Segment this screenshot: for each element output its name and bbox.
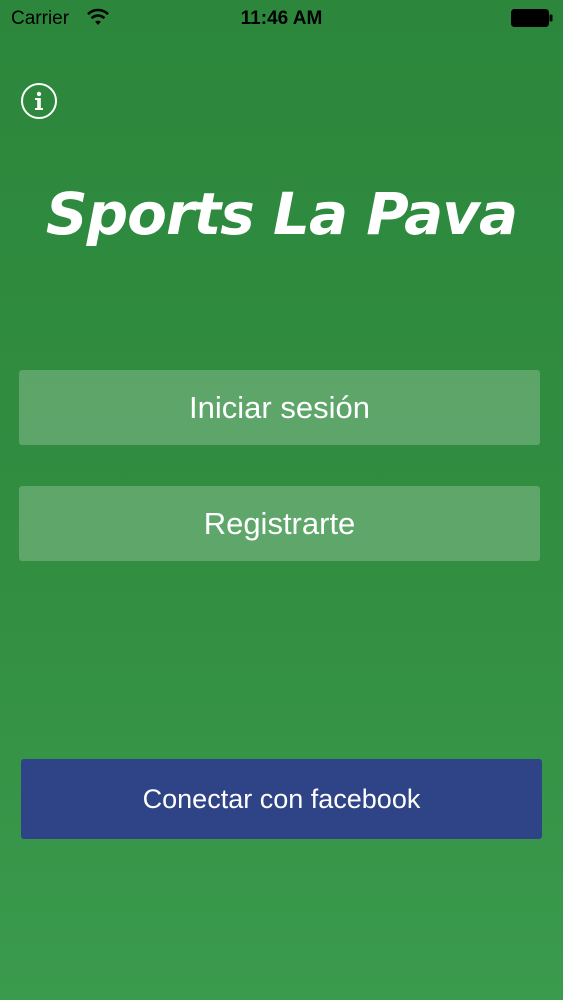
facebook-connect-button[interactable]: Conectar con facebook (21, 759, 542, 839)
status-bar: Carrier 11:46 AM (0, 0, 563, 38)
battery-icon (511, 9, 553, 27)
info-icon (35, 91, 43, 110)
register-button[interactable]: Registrarte (19, 486, 540, 561)
app-screen: Carrier 11:46 AM Sports La Pava Iniciar … (0, 0, 563, 1000)
status-time: 11:46 AM (240, 8, 323, 29)
info-button[interactable] (21, 83, 57, 119)
login-button[interactable]: Iniciar sesión (19, 370, 540, 445)
app-logo: Sports La Pava (45, 180, 518, 248)
